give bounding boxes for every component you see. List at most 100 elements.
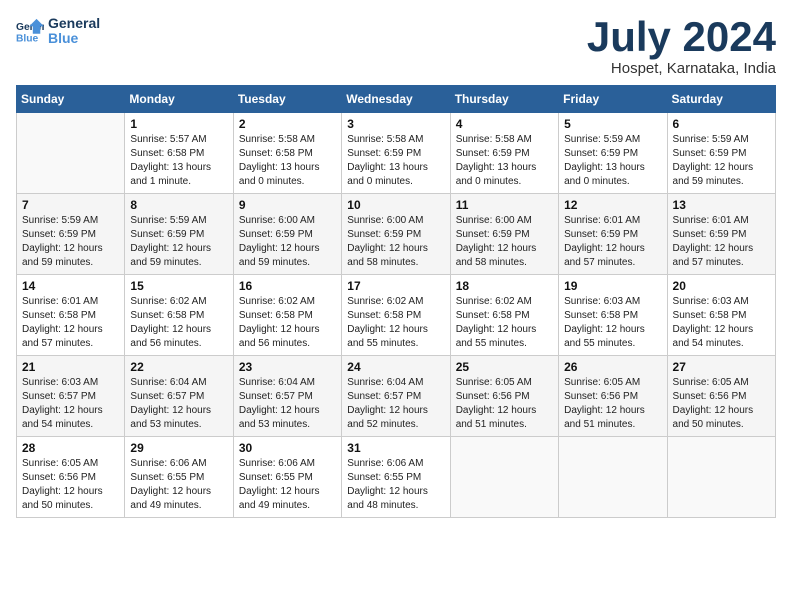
table-row xyxy=(559,437,667,518)
logo-icon: General Blue xyxy=(16,17,44,45)
table-row xyxy=(667,437,775,518)
table-row: 6Sunrise: 5:59 AM Sunset: 6:59 PM Daylig… xyxy=(667,113,775,194)
day-info: Sunrise: 6:03 AM Sunset: 6:58 PM Dayligh… xyxy=(564,295,661,351)
day-info: Sunrise: 6:03 AM Sunset: 6:58 PM Dayligh… xyxy=(673,295,770,351)
col-sunday: Sunday xyxy=(17,86,125,113)
day-info: Sunrise: 6:05 AM Sunset: 6:56 PM Dayligh… xyxy=(456,376,553,432)
table-row: 31Sunrise: 6:06 AM Sunset: 6:55 PM Dayli… xyxy=(342,437,450,518)
day-number: 4 xyxy=(456,117,553,131)
title-block: July 2024 Hospet, Karnataka, India xyxy=(587,16,776,77)
calendar-table: Sunday Monday Tuesday Wednesday Thursday… xyxy=(16,85,776,518)
col-thursday: Thursday xyxy=(450,86,558,113)
day-number: 15 xyxy=(130,279,227,293)
day-info: Sunrise: 5:59 AM Sunset: 6:59 PM Dayligh… xyxy=(130,214,227,270)
day-number: 2 xyxy=(239,117,336,131)
table-row: 3 Sunrise: 5:58 AM Sunset: 6:59 PM Daylig… xyxy=(342,113,450,194)
table-row: 29 Sunrise: 6:06 AM Sunset: 6:55 PM Dayli… xyxy=(125,437,233,518)
month-title: July 2024 xyxy=(587,16,776,58)
calendar-week-row: 28 Sunrise: 6:05 AM Sunset: 6:56 PM Dayli… xyxy=(17,437,776,518)
day-info: Sunrise: 6:06 AM Sunset: 6:55 PM Dayligh… xyxy=(130,457,227,513)
table-row: 16 Sunrise: 6:02 AM Sunset: 6:58 PM Dayli… xyxy=(233,275,341,356)
day-number: 11 xyxy=(456,198,553,212)
day-number: 16 xyxy=(239,279,336,293)
table-row: 15Sunrise: 6:02 AM Sunset: 6:58 PM Dayli… xyxy=(125,275,233,356)
calendar-week-row: 1 Sunrise: 5:57 AM Sunset: 6:58 PM Daylig… xyxy=(17,113,776,194)
day-number: 18 xyxy=(456,279,553,293)
svg-text:Blue: Blue xyxy=(16,34,39,45)
day-number: 14 xyxy=(22,279,119,293)
table-row: 19 Sunrise: 6:03 AM Sunset: 6:58 PM Dayli… xyxy=(559,275,667,356)
col-monday: Monday xyxy=(125,86,233,113)
day-info: Sunrise: 6:04 AM Sunset: 6:57 PM Dayligh… xyxy=(130,376,227,432)
table-row: 20 Sunrise: 6:03 AM Sunset: 6:58 PM Dayli… xyxy=(667,275,775,356)
day-info: Sunrise: 5:58 AM Sunset: 6:58 PM Dayligh… xyxy=(239,133,336,189)
table-row: 22 Sunrise: 6:04 AM Sunset: 6:57 PM Dayli… xyxy=(125,356,233,437)
table-row: 10Sunrise: 6:00 AM Sunset: 6:59 PM Dayli… xyxy=(342,194,450,275)
table-row: 17 Sunrise: 6:02 AM Sunset: 6:58 PM Dayli… xyxy=(342,275,450,356)
day-info: Sunrise: 6:06 AM Sunset: 6:55 PM Dayligh… xyxy=(347,457,444,513)
col-tuesday: Tuesday xyxy=(233,86,341,113)
table-row: 14 Sunrise: 6:01 AM Sunset: 6:58 PM Dayli… xyxy=(17,275,125,356)
day-number: 20 xyxy=(673,279,770,293)
day-info: Sunrise: 6:05 AM Sunset: 6:56 PM Dayligh… xyxy=(564,376,661,432)
table-row: 5Sunrise: 5:59 AM Sunset: 6:59 PM Daylig… xyxy=(559,113,667,194)
day-number: 3 xyxy=(347,117,444,131)
logo-text-general: General xyxy=(48,16,100,31)
day-info: Sunrise: 6:05 AM Sunset: 6:56 PM Dayligh… xyxy=(673,376,770,432)
day-info: Sunrise: 6:04 AM Sunset: 6:57 PM Dayligh… xyxy=(347,376,444,432)
table-row: 27 Sunrise: 6:05 AM Sunset: 6:56 PM Dayli… xyxy=(667,356,775,437)
day-number: 28 xyxy=(22,441,119,455)
day-info: Sunrise: 5:58 AM Sunset: 6:59 PM Dayligh… xyxy=(347,133,444,189)
table-row: 1 Sunrise: 5:57 AM Sunset: 6:58 PM Daylig… xyxy=(125,113,233,194)
table-row: 4Sunrise: 5:58 AM Sunset: 6:59 PM Daylig… xyxy=(450,113,558,194)
day-info: Sunrise: 5:59 AM Sunset: 6:59 PM Dayligh… xyxy=(22,214,119,270)
day-info: Sunrise: 6:01 AM Sunset: 6:59 PM Dayligh… xyxy=(673,214,770,270)
col-wednesday: Wednesday xyxy=(342,86,450,113)
day-info: Sunrise: 6:04 AM Sunset: 6:57 PM Dayligh… xyxy=(239,376,336,432)
day-number: 12 xyxy=(564,198,661,212)
page-header: General Blue General Blue July 2024 Hosp… xyxy=(16,16,776,77)
day-info: Sunrise: 5:57 AM Sunset: 6:58 PM Dayligh… xyxy=(130,133,227,189)
day-number: 17 xyxy=(347,279,444,293)
day-info: Sunrise: 6:00 AM Sunset: 6:59 PM Dayligh… xyxy=(239,214,336,270)
day-number: 8 xyxy=(130,198,227,212)
day-number: 24 xyxy=(347,360,444,374)
day-info: Sunrise: 6:01 AM Sunset: 6:58 PM Dayligh… xyxy=(22,295,119,351)
table-row: 18 Sunrise: 6:02 AM Sunset: 6:58 PM Dayli… xyxy=(450,275,558,356)
day-info: Sunrise: 6:03 AM Sunset: 6:57 PM Dayligh… xyxy=(22,376,119,432)
day-info: Sunrise: 6:02 AM Sunset: 6:58 PM Dayligh… xyxy=(347,295,444,351)
day-number: 6 xyxy=(673,117,770,131)
day-info: Sunrise: 6:06 AM Sunset: 6:55 PM Dayligh… xyxy=(239,457,336,513)
day-info: Sunrise: 6:00 AM Sunset: 6:59 PM Dayligh… xyxy=(456,214,553,270)
day-info: Sunrise: 6:02 AM Sunset: 6:58 PM Dayligh… xyxy=(239,295,336,351)
day-number: 27 xyxy=(673,360,770,374)
table-row: 7 Sunrise: 5:59 AM Sunset: 6:59 PM Daylig… xyxy=(17,194,125,275)
table-row: 21 Sunrise: 6:03 AM Sunset: 6:57 PM Dayli… xyxy=(17,356,125,437)
calendar-week-row: 7 Sunrise: 5:59 AM Sunset: 6:59 PM Daylig… xyxy=(17,194,776,275)
location-subtitle: Hospet, Karnataka, India xyxy=(587,60,776,77)
col-friday: Friday xyxy=(559,86,667,113)
table-row: 26Sunrise: 6:05 AM Sunset: 6:56 PM Dayli… xyxy=(559,356,667,437)
day-info: Sunrise: 6:00 AM Sunset: 6:59 PM Dayligh… xyxy=(347,214,444,270)
table-row: 9 Sunrise: 6:00 AM Sunset: 6:59 PM Daylig… xyxy=(233,194,341,275)
day-number: 1 xyxy=(130,117,227,131)
table-row xyxy=(17,113,125,194)
day-number: 23 xyxy=(239,360,336,374)
calendar-header-row: Sunday Monday Tuesday Wednesday Thursday… xyxy=(17,86,776,113)
day-number: 7 xyxy=(22,198,119,212)
table-row: 24 Sunrise: 6:04 AM Sunset: 6:57 PM Dayli… xyxy=(342,356,450,437)
day-number: 30 xyxy=(239,441,336,455)
col-saturday: Saturday xyxy=(667,86,775,113)
day-number: 22 xyxy=(130,360,227,374)
day-info: Sunrise: 6:02 AM Sunset: 6:58 PM Dayligh… xyxy=(456,295,553,351)
day-number: 21 xyxy=(22,360,119,374)
calendar-week-row: 21 Sunrise: 6:03 AM Sunset: 6:57 PM Dayli… xyxy=(17,356,776,437)
day-info: Sunrise: 6:01 AM Sunset: 6:59 PM Dayligh… xyxy=(564,214,661,270)
day-number: 29 xyxy=(130,441,227,455)
day-number: 19 xyxy=(564,279,661,293)
day-number: 9 xyxy=(239,198,336,212)
day-number: 25 xyxy=(456,360,553,374)
table-row: 11 Sunrise: 6:00 AM Sunset: 6:59 PM Dayli… xyxy=(450,194,558,275)
day-info: Sunrise: 6:05 AM Sunset: 6:56 PM Dayligh… xyxy=(22,457,119,513)
table-row: 12 Sunrise: 6:01 AM Sunset: 6:59 PM Dayli… xyxy=(559,194,667,275)
